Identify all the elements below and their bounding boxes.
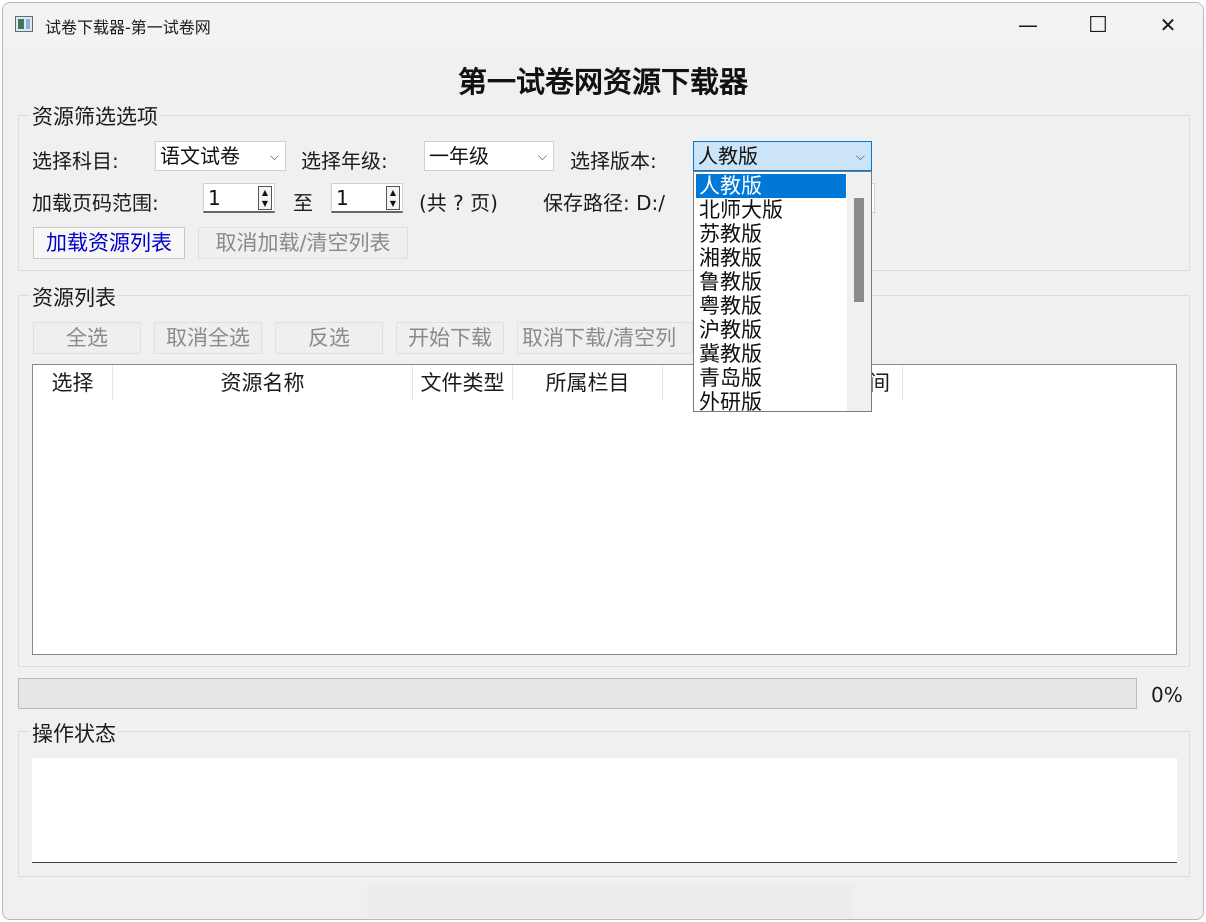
resources-table[interactable]: 选择 资源名称 文件类型 所属栏目 间 bbox=[32, 364, 1177, 655]
start-download-button[interactable]: 开始下载 bbox=[396, 322, 504, 354]
cancel-download-button[interactable]: 取消下载/清空列 bbox=[517, 322, 693, 354]
edition-combo[interactable]: 人教版 ⌵ bbox=[693, 141, 872, 171]
dropdown-option[interactable]: 苏教版 bbox=[696, 222, 846, 246]
chevron-down-icon: ⌵ bbox=[269, 149, 279, 163]
column-header-name[interactable]: 资源名称 bbox=[113, 365, 413, 401]
dropdown-option[interactable]: 粤教版 bbox=[696, 294, 846, 318]
chevron-down-icon: ⌵ bbox=[537, 149, 547, 163]
dropdown-option[interactable]: 人教版 bbox=[696, 174, 846, 198]
grade-combo[interactable]: 一年级 ⌵ bbox=[424, 141, 554, 171]
page-from-spinbox[interactable]: 1 ▲ ▼ bbox=[203, 183, 275, 213]
column-header-category[interactable]: 所属栏目 bbox=[513, 365, 663, 401]
grade-value: 一年级 bbox=[429, 144, 489, 168]
subject-label: 选择科目: bbox=[32, 149, 119, 173]
cancel-load-button[interactable]: 取消加载/清空列表 bbox=[198, 227, 408, 259]
scrollbar-thumb[interactable] bbox=[854, 198, 864, 302]
status-group-label: 操作状态 bbox=[30, 718, 118, 748]
page-from-value: 1 bbox=[208, 186, 221, 210]
page-title: 第一试卷网资源下载器 bbox=[457, 65, 748, 99]
app-icon bbox=[15, 16, 33, 32]
window-title: 试卷下载器-第一试卷网 bbox=[45, 18, 211, 37]
grade-label: 选择年级: bbox=[301, 149, 388, 173]
download-progress-bar bbox=[18, 678, 1137, 709]
dropdown-option[interactable]: 湘教版 bbox=[696, 246, 846, 270]
total-pages-text: (共 ? 页) bbox=[419, 191, 498, 215]
subject-value: 语文试卷 bbox=[160, 144, 240, 168]
page-range-label: 加载页码范围: bbox=[32, 191, 159, 215]
save-path-label: 保存路径: D:/ bbox=[543, 191, 665, 215]
chevron-down-icon: ⌵ bbox=[855, 149, 865, 163]
deselect-all-button[interactable]: 取消全选 bbox=[154, 322, 262, 354]
subject-combo[interactable]: 语文试卷 ⌵ bbox=[155, 141, 286, 171]
load-resources-button[interactable]: 加载资源列表 bbox=[33, 227, 185, 259]
page-to-value: 1 bbox=[336, 186, 349, 210]
title-bar: 试卷下载器-第一试卷网 — ☐ ✕ bbox=[3, 3, 1203, 47]
edition-value: 人教版 bbox=[698, 144, 758, 168]
column-header-select[interactable]: 选择 bbox=[33, 365, 113, 401]
dropdown-option[interactable]: 北师大版 bbox=[696, 198, 846, 222]
invert-selection-button[interactable]: 反选 bbox=[275, 322, 383, 354]
spin-arrows-icon[interactable]: ▲ ▼ bbox=[386, 186, 400, 210]
edition-label: 选择版本: bbox=[570, 149, 657, 173]
main-window: 试卷下载器-第一试卷网 — ☐ ✕ 第一试卷网资源下载器 资源筛选选项 选择科目… bbox=[2, 2, 1204, 920]
maximize-button[interactable]: ☐ bbox=[1063, 3, 1133, 47]
edition-dropdown-list[interactable]: 人教版 北师大版 苏教版 湘教版 鲁教版 粤教版 沪教版 冀教版 青岛版 外研版 bbox=[693, 171, 872, 412]
column-header-type[interactable]: 文件类型 bbox=[413, 365, 513, 401]
dropdown-option[interactable]: 鲁教版 bbox=[696, 270, 846, 294]
spin-arrows-icon[interactable]: ▲ ▼ bbox=[258, 186, 272, 210]
filter-group-label: 资源筛选选项 bbox=[30, 101, 160, 131]
close-button[interactable]: ✕ bbox=[1133, 3, 1203, 47]
dropdown-option[interactable]: 青岛版 bbox=[696, 366, 846, 390]
status-bar bbox=[367, 885, 853, 919]
minimize-button[interactable]: — bbox=[993, 3, 1063, 47]
status-log[interactable] bbox=[32, 758, 1177, 863]
to-label: 至 bbox=[293, 191, 313, 215]
page-to-spinbox[interactable]: 1 ▲ ▼ bbox=[331, 183, 403, 213]
dropdown-option[interactable]: 冀教版 bbox=[696, 342, 846, 366]
resources-group-label: 资源列表 bbox=[30, 282, 118, 312]
select-all-button[interactable]: 全选 bbox=[33, 322, 141, 354]
dropdown-option[interactable]: 沪教版 bbox=[696, 318, 846, 342]
progress-percent: 0% bbox=[1151, 683, 1183, 707]
dropdown-scrollbar[interactable] bbox=[847, 172, 871, 411]
dropdown-option[interactable]: 外研版 bbox=[696, 390, 846, 411]
